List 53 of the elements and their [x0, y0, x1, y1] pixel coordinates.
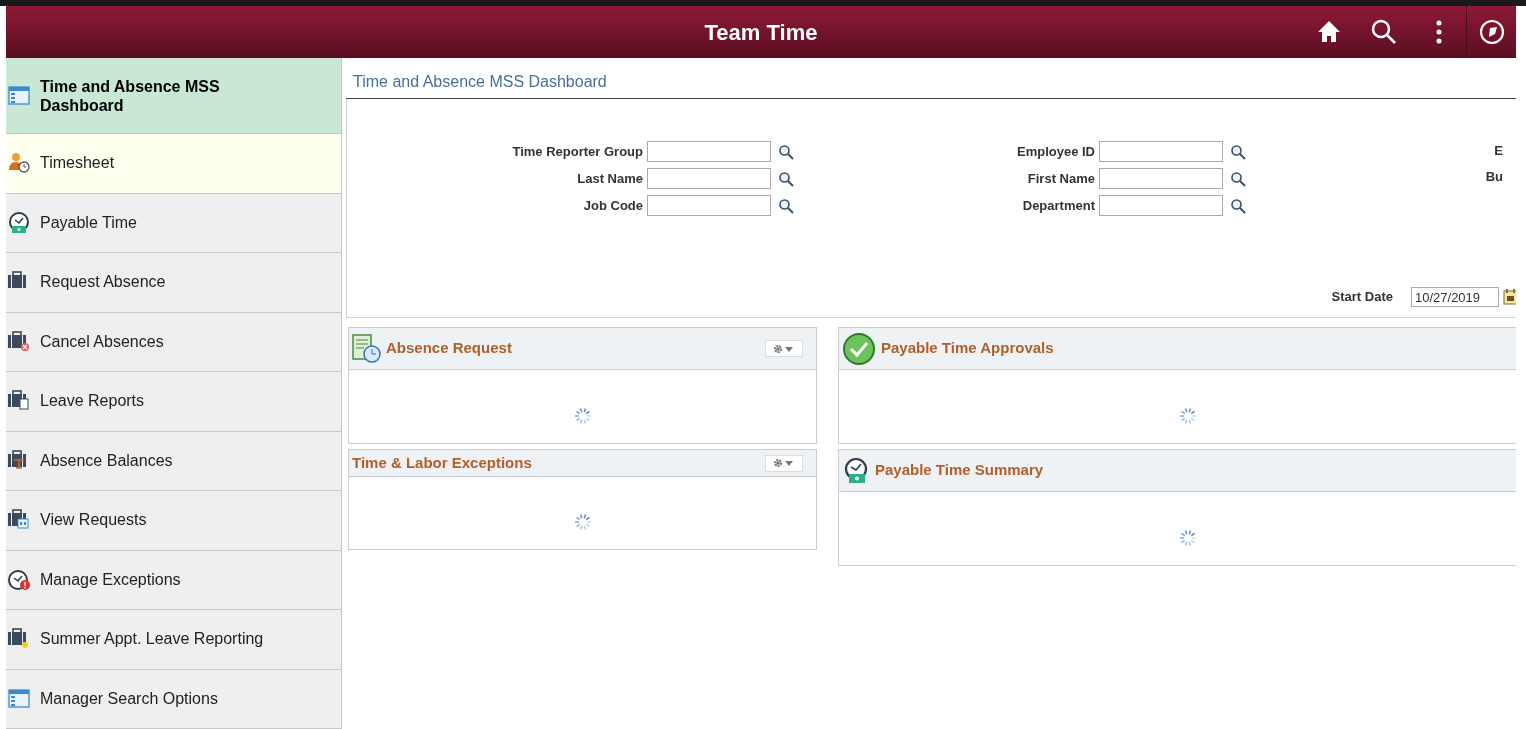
- search-icon[interactable]: [778, 143, 794, 160]
- field-label: Time Reporter Group: [511, 142, 644, 161]
- pod-title: Absence Request: [386, 338, 512, 359]
- field-label: Last Name: [576, 169, 644, 188]
- gear-caret-icon: [773, 458, 795, 468]
- checkmark-icon: [842, 331, 876, 366]
- loading-spinner-icon: [573, 407, 592, 425]
- sidebar-item[interactable]: Timesheet: [6, 134, 341, 194]
- window-icon: [8, 687, 30, 710]
- settings-dropdown-button[interactable]: [765, 340, 803, 357]
- field-label: Bu: [1484, 167, 1504, 186]
- clock-money-icon: [8, 211, 30, 234]
- text-field[interactable]: [647, 195, 771, 216]
- start-date-field[interactable]: 10/27/2019: [1411, 287, 1499, 307]
- clock-alert-icon: [8, 568, 30, 591]
- search-icon[interactable]: [1230, 197, 1246, 214]
- text-field[interactable]: [647, 168, 771, 189]
- briefcase-dot-icon: [8, 628, 30, 651]
- gear-caret-icon: [773, 343, 795, 354]
- field-label: Department: [1021, 196, 1096, 215]
- loading-spinner-icon: [1179, 529, 1197, 547]
- page-title: Time and Absence MSS Dashboard: [353, 73, 607, 90]
- document-clock-icon: [352, 334, 381, 363]
- briefcase-document-icon: [8, 390, 30, 413]
- search-icon[interactable]: [778, 197, 794, 214]
- person-clock-icon: [8, 152, 30, 175]
- loading-spinner-icon: [573, 513, 592, 531]
- compass-icon[interactable]: [1477, 18, 1506, 46]
- text-field[interactable]: [1099, 141, 1223, 162]
- text-field[interactable]: [1099, 195, 1223, 216]
- text-field[interactable]: [647, 141, 771, 162]
- settings-dropdown-button[interactable]: [765, 454, 803, 472]
- window-icon: [8, 84, 30, 107]
- field-label: First Name: [1026, 169, 1096, 188]
- search-icon[interactable]: [1369, 18, 1398, 46]
- pod-title: Time & Labor Exceptions: [352, 452, 532, 473]
- clock-money-icon: [842, 456, 870, 485]
- search-icon[interactable]: [778, 170, 794, 187]
- briefcase-x-icon: [8, 330, 30, 353]
- pod-title: Payable Time Summary: [875, 460, 1044, 481]
- field-label: E: [1493, 142, 1504, 160]
- search-icon[interactable]: [1230, 143, 1246, 160]
- text-field[interactable]: [1099, 168, 1223, 189]
- search-icon[interactable]: [1230, 170, 1246, 187]
- field-label: Job Code: [582, 196, 644, 215]
- calendar-icon[interactable]: [1503, 289, 1516, 305]
- header-title: Team Time: [704, 18, 818, 47]
- field-label: Start Date: [1330, 288, 1393, 307]
- field-label: Employee ID: [1015, 142, 1096, 161]
- briefcase-calendar-icon: [8, 509, 30, 532]
- sidebar-item[interactable]: Time and Absence MSS Dashboard: [6, 58, 341, 134]
- pod-title: Payable Time Approvals: [881, 338, 1054, 359]
- loading-spinner-icon: [1179, 407, 1197, 425]
